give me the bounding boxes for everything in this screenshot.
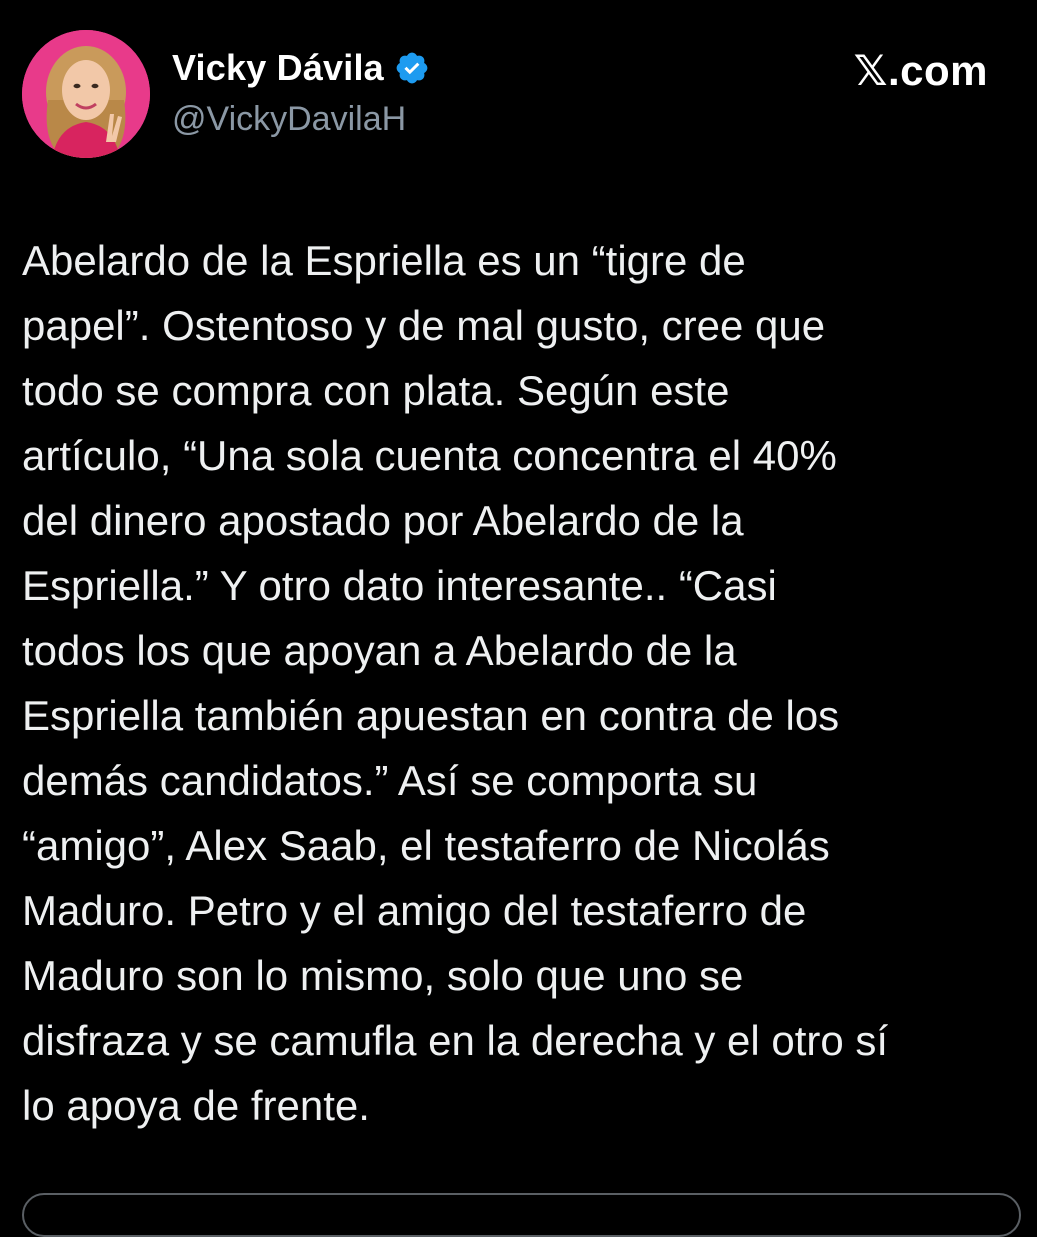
profile-photo-icon — [22, 30, 150, 158]
tweet-text: Abelardo de la Espriella es un “tigre de… — [22, 237, 889, 1129]
display-name-row: Vicky Dávila — [172, 46, 430, 90]
author-names: Vicky Dávila @VickyDavilaH — [172, 46, 430, 139]
avatar[interactable] — [22, 30, 150, 158]
x-brand-label: 𝕏.com — [853, 47, 988, 94]
verified-badge-icon — [394, 50, 430, 86]
display-name[interactable]: Vicky Dávila — [172, 47, 384, 89]
handle[interactable]: @VickyDavilaH — [172, 100, 430, 139]
tweet-header: Vicky Dávila @VickyDavilaH 𝕏.com — [22, 30, 1012, 160]
